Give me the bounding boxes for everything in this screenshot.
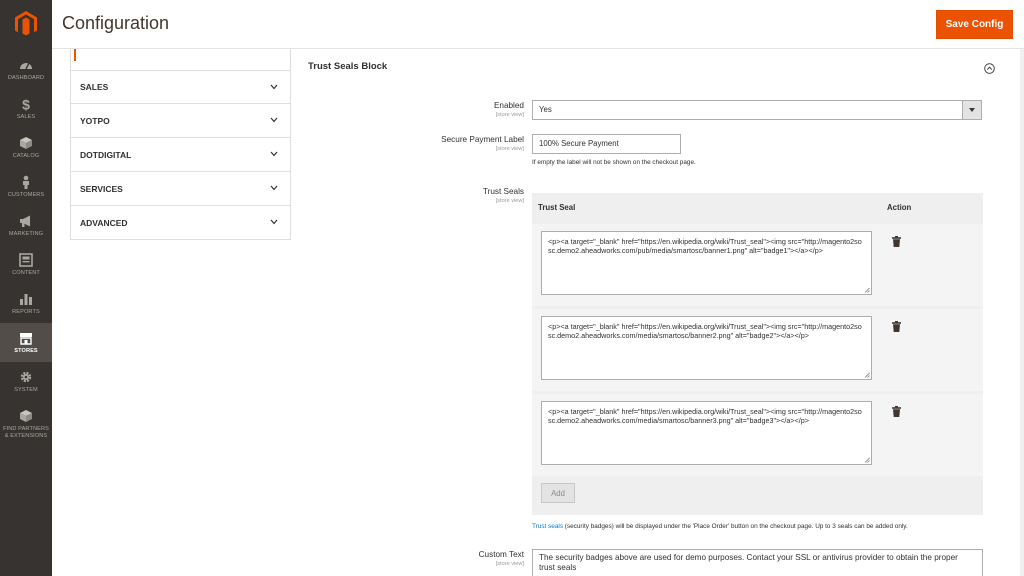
admin-sidebar: DASHBOARD $ SALES CATALOG CUSTOMERS MARK… — [0, 0, 52, 576]
active-accent — [74, 49, 76, 61]
store-icon — [20, 332, 32, 345]
chevron-down-icon — [270, 151, 278, 157]
nav-customers[interactable]: CUSTOMERS — [0, 167, 52, 206]
nav-content[interactable]: CONTENT — [0, 245, 52, 284]
main-content: SALES YOTPO DOTDIGITAL SERVICES ADVANCED… — [52, 49, 1024, 576]
chevron-down-icon — [270, 84, 278, 90]
tab-yotpo[interactable]: YOTPO — [70, 104, 291, 138]
chevron-down-icon — [270, 185, 278, 191]
trash-icon[interactable] — [892, 236, 901, 247]
config-tabs: SALES YOTPO DOTDIGITAL SERVICES ADVANCED — [70, 49, 291, 240]
nav-system[interactable]: SYSTEM — [0, 362, 52, 401]
nav-find-partners[interactable]: FIND PARTNERS & EXTENSIONS — [0, 401, 52, 447]
page-header: Configuration Save Config — [52, 0, 1024, 49]
box-icon — [20, 410, 32, 423]
nav-sales[interactable]: $ SALES — [0, 89, 52, 128]
custom-text-label: Custom Text [store view] — [314, 550, 524, 567]
bar-chart-icon — [20, 293, 32, 305]
secure-payment-label: Secure Payment Label [store view] — [314, 135, 524, 152]
resize-grip-icon[interactable] — [864, 457, 870, 463]
trust-seals-label: Trust Seals [store view] — [314, 187, 524, 204]
tabs-top-spacer — [70, 49, 291, 70]
scope-note: [store view] — [495, 561, 524, 567]
megaphone-icon — [20, 215, 30, 227]
col-action: Action — [887, 203, 912, 212]
save-config-button[interactable]: Save Config — [936, 10, 1013, 39]
scope-note: [store view] — [495, 198, 524, 204]
nav-dashboard[interactable]: DASHBOARD — [0, 50, 52, 89]
chevron-down-icon — [270, 219, 278, 225]
tab-dotdigital[interactable]: DOTDIGITAL — [70, 138, 291, 172]
gear-icon — [20, 371, 32, 382]
enabled-value: Yes — [539, 105, 552, 114]
nav-stores[interactable]: STORES — [0, 323, 52, 362]
tab-label: SERVICES — [80, 183, 123, 194]
section-title[interactable]: Trust Seals Block — [308, 61, 387, 72]
tab-services[interactable]: SERVICES — [70, 172, 291, 206]
trash-icon[interactable] — [892, 321, 901, 332]
nav-marketing[interactable]: MARKETING — [0, 206, 52, 245]
trash-icon[interactable] — [892, 406, 901, 417]
resize-grip-icon[interactable] — [864, 372, 870, 378]
table-row: <p><a target="_blank" href="https://en.w… — [532, 309, 983, 391]
svg-text:$: $ — [22, 97, 30, 111]
trust-seals-note: Trust seals (security badges) will be di… — [532, 523, 908, 530]
select-arrow — [962, 101, 981, 119]
tab-advanced[interactable]: ADVANCED — [70, 206, 291, 240]
tab-label: DOTDIGITAL — [80, 149, 132, 160]
secure-payment-note: If empty the label will not be shown on … — [532, 159, 696, 166]
scope-note: [store view] — [495, 146, 524, 152]
add-seal-button[interactable]: Add — [541, 483, 575, 503]
secure-payment-input[interactable]: 100% Secure Payment — [532, 134, 681, 154]
trust-seal-textarea[interactable]: <p><a target="_blank" href="https://en.w… — [541, 401, 872, 465]
tab-label: ADVANCED — [80, 217, 128, 228]
chevron-down-icon — [270, 117, 278, 123]
caret-down-icon — [969, 108, 975, 112]
tab-sales[interactable]: SALES — [70, 70, 291, 104]
nav-catalog[interactable]: CATALOG — [0, 128, 52, 167]
nav-reports[interactable]: REPORTS — [0, 284, 52, 323]
custom-text-textarea[interactable]: The security badges above are used for d… — [532, 549, 983, 576]
trust-seals-table: Trust Seal Action <p><a target="_blank" … — [532, 193, 983, 515]
dashboard-icon — [20, 62, 32, 70]
table-row: <p><a target="_blank" href="https://en.w… — [532, 394, 983, 476]
scope-note: [store view] — [495, 112, 524, 118]
cube-icon — [20, 136, 32, 149]
trust-seal-textarea[interactable]: <p><a target="_blank" href="https://en.w… — [541, 231, 872, 295]
person-icon — [23, 175, 29, 189]
table-row: <p><a target="_blank" href="https://en.w… — [532, 224, 983, 306]
trust-seal-textarea[interactable]: <p><a target="_blank" href="https://en.w… — [541, 316, 872, 380]
table-header: Trust Seal Action — [532, 193, 983, 221]
page-scrollbar[interactable] — [1020, 49, 1024, 576]
col-trust-seal: Trust Seal — [538, 203, 576, 212]
page-title: Configuration — [62, 13, 170, 33]
tab-label: SALES — [80, 82, 109, 92]
collapse-icon[interactable] — [984, 63, 995, 74]
tab-label: YOTPO — [80, 115, 110, 126]
trust-seals-link[interactable]: Trust seals — [532, 523, 563, 530]
magento-logo-icon[interactable] — [0, 0, 52, 48]
resize-grip-icon[interactable] — [864, 287, 870, 293]
dollar-icon: $ — [22, 97, 30, 111]
layout-icon — [19, 252, 33, 267]
enabled-label: Enabled [store view] — [314, 101, 524, 118]
enabled-select[interactable]: Yes — [532, 100, 982, 120]
